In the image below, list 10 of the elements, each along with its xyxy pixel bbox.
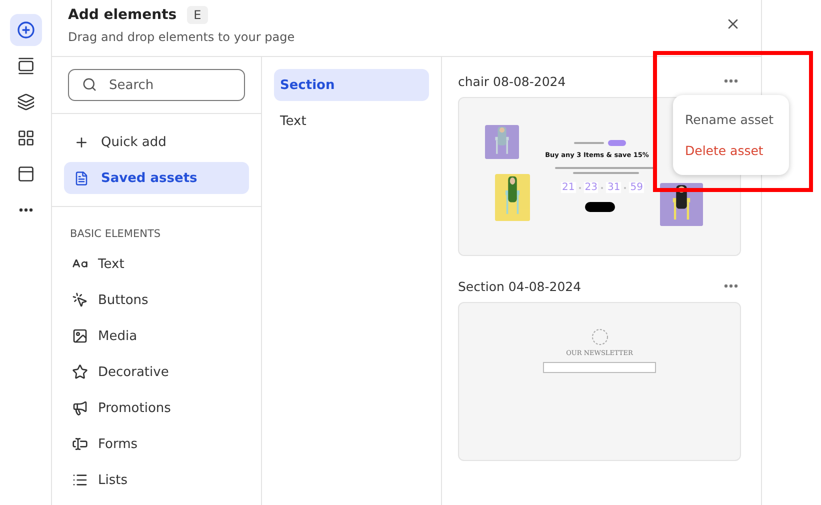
- asset-name: Section 04-08-2024: [458, 278, 582, 294]
- section-heading: BASIC ELEMENTS: [70, 228, 162, 240]
- shortcut-key: E: [186, 6, 208, 24]
- panel-subtitle: Drag and drop elements to your page: [68, 30, 295, 44]
- countdown-number: 21: [561, 182, 576, 193]
- countdown-number: 59: [629, 182, 644, 193]
- asset-name: chair 08-08-2024: [458, 74, 566, 88]
- countdown-number: 23: [584, 182, 598, 193]
- panel-title: Add elements: [68, 7, 177, 23]
- countdown-number: 31: [606, 182, 622, 193]
